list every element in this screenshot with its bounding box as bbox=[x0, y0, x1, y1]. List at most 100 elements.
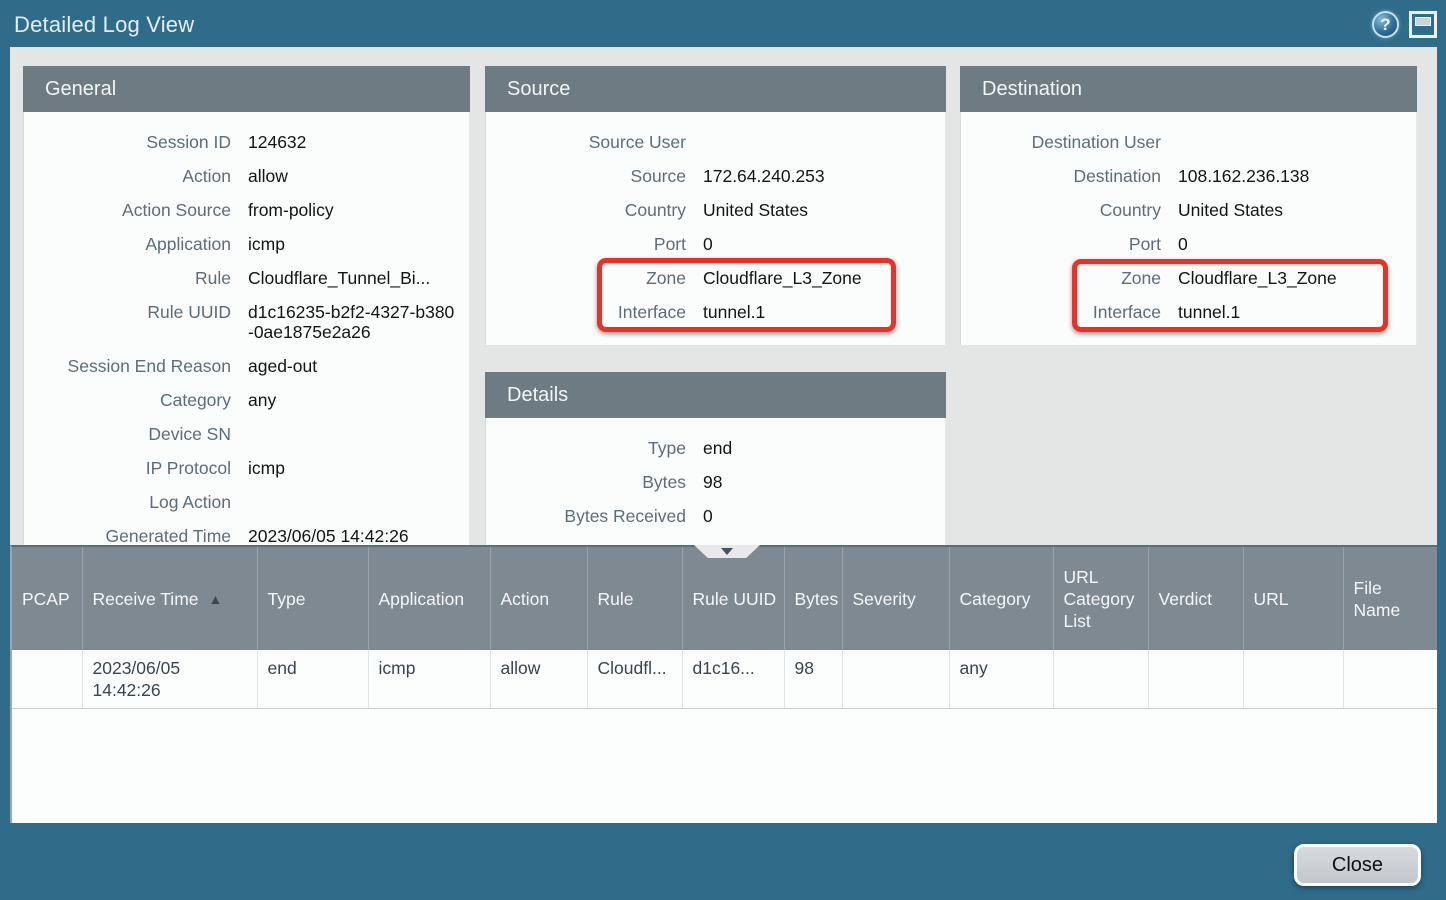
field-label: Device SN bbox=[24, 417, 231, 451]
field-row-destination: Destination 108.162.236.138 bbox=[961, 159, 1416, 193]
field-row-country: Country United States bbox=[486, 193, 945, 227]
field-label: Session End Reason bbox=[24, 349, 231, 383]
column-header-label: Rule UUID bbox=[693, 589, 777, 609]
field-label: Zone bbox=[961, 261, 1161, 295]
log-cell-category: any bbox=[949, 650, 1053, 709]
field-row-interface: Interface tunnel.1 bbox=[961, 295, 1416, 329]
column-header-label: Action bbox=[501, 589, 550, 609]
field-label: Action Source bbox=[24, 193, 231, 227]
column-header-pcap[interactable]: PCAP bbox=[12, 547, 82, 650]
column-header-label: Receive Time bbox=[93, 589, 199, 609]
field-label: Zone bbox=[486, 261, 686, 295]
log-table-header-row: PCAP Receive Time ▲ Type Application Acti… bbox=[12, 547, 1437, 650]
field-row-interface: Interface tunnel.1 bbox=[486, 295, 945, 329]
field-row-country: Country United States bbox=[961, 193, 1416, 227]
column-header-category[interactable]: Category bbox=[949, 547, 1053, 650]
field-label: Interface bbox=[961, 295, 1161, 329]
field-row-port: Port 0 bbox=[961, 227, 1416, 261]
column-header-rule-uuid[interactable]: Rule UUID bbox=[682, 547, 784, 650]
field-label: Session ID bbox=[24, 125, 231, 159]
field-value: 124632 bbox=[248, 125, 469, 159]
destination-panel-body: Destination User Destination 108.162.236… bbox=[960, 112, 1417, 345]
field-row-bytes-received: Bytes Received 0 bbox=[486, 499, 945, 533]
field-row-rule-uuid: Rule UUID d1c16235-b2f2-4327-b380-0ae187… bbox=[24, 295, 469, 349]
field-value: end bbox=[703, 431, 945, 465]
details-panel: Details Type end Bytes 98 Bytes Received… bbox=[485, 372, 946, 545]
field-value: tunnel.1 bbox=[703, 295, 945, 329]
field-row-rule: Rule Cloudflare_Tunnel_Bi... bbox=[24, 261, 469, 295]
field-row-port: Port 0 bbox=[486, 227, 945, 261]
field-value bbox=[1178, 125, 1416, 159]
column-header-severity[interactable]: Severity bbox=[842, 547, 949, 650]
field-label: Source User bbox=[486, 125, 686, 159]
field-label: Log Action bbox=[24, 485, 231, 519]
field-value: 2023/06/05 14:42:26 bbox=[248, 519, 469, 545]
field-value: from-policy bbox=[248, 193, 469, 227]
details-panel-body: Type end Bytes 98 Bytes Received 0 bbox=[485, 418, 946, 545]
field-value: d1c16235-b2f2-4327-b380-0ae1875e2a26 bbox=[248, 295, 469, 349]
column-header-label: Verdict bbox=[1159, 589, 1213, 609]
field-value: 108.162.236.138 bbox=[1178, 159, 1416, 193]
field-value: United States bbox=[703, 193, 945, 227]
field-value: United States bbox=[1178, 193, 1416, 227]
field-label: Bytes Received bbox=[486, 499, 686, 533]
log-cell-application: icmp bbox=[368, 650, 490, 709]
log-cell-url-category-list bbox=[1053, 650, 1148, 709]
field-label: Type bbox=[486, 431, 686, 465]
column-header-label: PCAP bbox=[22, 589, 70, 609]
field-value: Cloudflare_Tunnel_Bi... bbox=[248, 261, 469, 295]
field-row-log-action: Log Action bbox=[24, 485, 469, 519]
field-label: Source bbox=[486, 159, 686, 193]
field-row-destination-user: Destination User bbox=[961, 125, 1416, 159]
dialog-titlebar: Detailed Log View ? bbox=[0, 0, 1446, 47]
log-cell-rule-uuid: d1c16... bbox=[682, 650, 784, 709]
destination-panel: Destination Destination User Destination… bbox=[960, 66, 1417, 345]
field-row-session-end-reason: Session End Reason aged-out bbox=[24, 349, 469, 383]
column-header-action[interactable]: Action bbox=[490, 547, 587, 650]
dialog-body: General Session ID 124632 Action allow A… bbox=[10, 47, 1437, 823]
field-label: Category bbox=[24, 383, 231, 417]
column-header-rule[interactable]: Rule bbox=[587, 547, 682, 650]
field-label: Port bbox=[961, 227, 1161, 261]
column-header-label: Application bbox=[379, 589, 465, 609]
column-header-file-name[interactable]: File Name bbox=[1343, 547, 1437, 650]
field-row-source: Source 172.64.240.253 bbox=[486, 159, 945, 193]
field-label: Generated Time bbox=[24, 519, 231, 545]
window-restore-icon[interactable] bbox=[1409, 11, 1437, 38]
log-cell-bytes: 98 bbox=[784, 650, 842, 709]
field-value: any bbox=[248, 383, 469, 417]
column-header-url[interactable]: URL bbox=[1243, 547, 1343, 650]
column-header-url-category-list[interactable]: URL Category List bbox=[1053, 547, 1148, 650]
log-cell-file-name bbox=[1343, 650, 1437, 709]
column-header-label: File Name bbox=[1354, 578, 1401, 620]
destination-panel-header: Destination bbox=[960, 66, 1417, 112]
log-cell-pcap bbox=[12, 650, 82, 709]
column-header-label: Rule bbox=[598, 589, 634, 609]
source-panel: Source Source User Source 172.64.240.253… bbox=[485, 66, 946, 345]
log-entries-table: PCAP Receive Time ▲ Type Application Acti… bbox=[12, 547, 1437, 709]
column-header-bytes[interactable]: Bytes bbox=[784, 547, 842, 650]
field-row-type: Type end bbox=[486, 431, 945, 465]
column-header-type[interactable]: Type bbox=[257, 547, 368, 650]
column-header-receive-time[interactable]: Receive Time ▲ bbox=[82, 547, 257, 650]
close-button[interactable]: Close bbox=[1294, 844, 1421, 886]
details-panel-header: Details bbox=[485, 372, 946, 418]
field-value: Cloudflare_L3_Zone bbox=[703, 261, 945, 295]
general-panel-body: Session ID 124632 Action allow Action So… bbox=[23, 112, 470, 545]
column-header-label: Category bbox=[960, 589, 1031, 609]
column-header-verdict[interactable]: Verdict bbox=[1148, 547, 1243, 650]
log-table-row[interactable]: 2023/06/05 14:42:26 end icmp allow Cloud… bbox=[12, 650, 1437, 709]
log-cell-rule: Cloudfl... bbox=[587, 650, 682, 709]
field-row-zone: Zone Cloudflare_L3_Zone bbox=[486, 261, 945, 295]
field-value: 172.64.240.253 bbox=[703, 159, 945, 193]
source-panel-header: Source bbox=[485, 66, 946, 112]
field-row-zone: Zone Cloudflare_L3_Zone bbox=[961, 261, 1416, 295]
column-header-application[interactable]: Application bbox=[368, 547, 490, 650]
field-row-category: Category any bbox=[24, 383, 469, 417]
sort-ascending-icon: ▲ bbox=[209, 591, 223, 607]
field-label: Bytes bbox=[486, 465, 686, 499]
field-row-bytes: Bytes 98 bbox=[486, 465, 945, 499]
help-icon[interactable]: ? bbox=[1372, 11, 1399, 38]
column-header-label: Severity bbox=[853, 589, 916, 609]
field-row-action: Action allow bbox=[24, 159, 469, 193]
